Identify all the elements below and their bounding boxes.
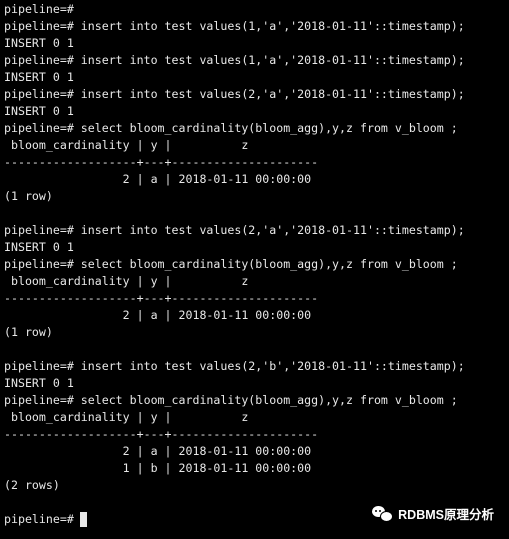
terminal-line: (1 row) — [4, 189, 53, 203]
terminal-line: INSERT 0 1 — [4, 70, 74, 84]
terminal-line: bloom_cardinality | y | z — [4, 138, 249, 152]
text-cursor — [79, 512, 87, 527]
terminal-line: pipeline=# select bloom_cardinality(bloo… — [4, 393, 458, 407]
watermark-text: RDBMS原理分析 — [398, 508, 494, 522]
terminal-window[interactable]: pipeline=# pipeline=# insert into test va… — [0, 0, 509, 539]
terminal-line: 2 | a | 2018-01-11 00:00:00 — [4, 172, 312, 186]
terminal-line: pipeline=# insert into test values(2,'b'… — [4, 359, 465, 373]
terminal-line: -------------------+---+----------------… — [4, 155, 319, 169]
prompt-text: pipeline=# — [4, 512, 74, 526]
terminal-line: bloom_cardinality | y | z — [4, 410, 249, 424]
terminal-line: 1 | b | 2018-01-11 00:00:00 — [4, 461, 312, 475]
terminal-line: (2 rows) — [4, 478, 60, 492]
wechat-icon — [372, 505, 394, 522]
terminal-line: (1 row) — [4, 325, 53, 339]
terminal-line: pipeline=# insert into test values(2,'a'… — [4, 223, 465, 237]
terminal-line: 2 | a | 2018-01-11 00:00:00 — [4, 308, 312, 322]
terminal-line: pipeline=# insert into test values(1,'a'… — [4, 53, 465, 67]
terminal-line: 2 | a | 2018-01-11 00:00:00 — [4, 444, 312, 458]
terminal-line: INSERT 0 1 — [4, 240, 74, 254]
terminal-line: pipeline=# select bloom_cardinality(bloo… — [4, 121, 458, 135]
terminal-line: pipeline=# — [4, 2, 74, 16]
terminal-line: -------------------+---+----------------… — [4, 427, 319, 441]
terminal-line: INSERT 0 1 — [4, 36, 74, 50]
terminal-line: -------------------+---+----------------… — [4, 291, 319, 305]
watermark: RDBMS原理分析 — [372, 504, 494, 523]
terminal-output: pipeline=# pipeline=# insert into test va… — [4, 1, 509, 511]
terminal-line: INSERT 0 1 — [4, 376, 74, 390]
terminal-line: pipeline=# select bloom_cardinality(bloo… — [4, 257, 458, 271]
terminal-line: bloom_cardinality | y | z — [4, 274, 249, 288]
terminal-line: pipeline=# insert into test values(2,'a'… — [4, 87, 465, 101]
terminal-line: INSERT 0 1 — [4, 104, 74, 118]
terminal-line: pipeline=# insert into test values(1,'a'… — [4, 19, 465, 33]
